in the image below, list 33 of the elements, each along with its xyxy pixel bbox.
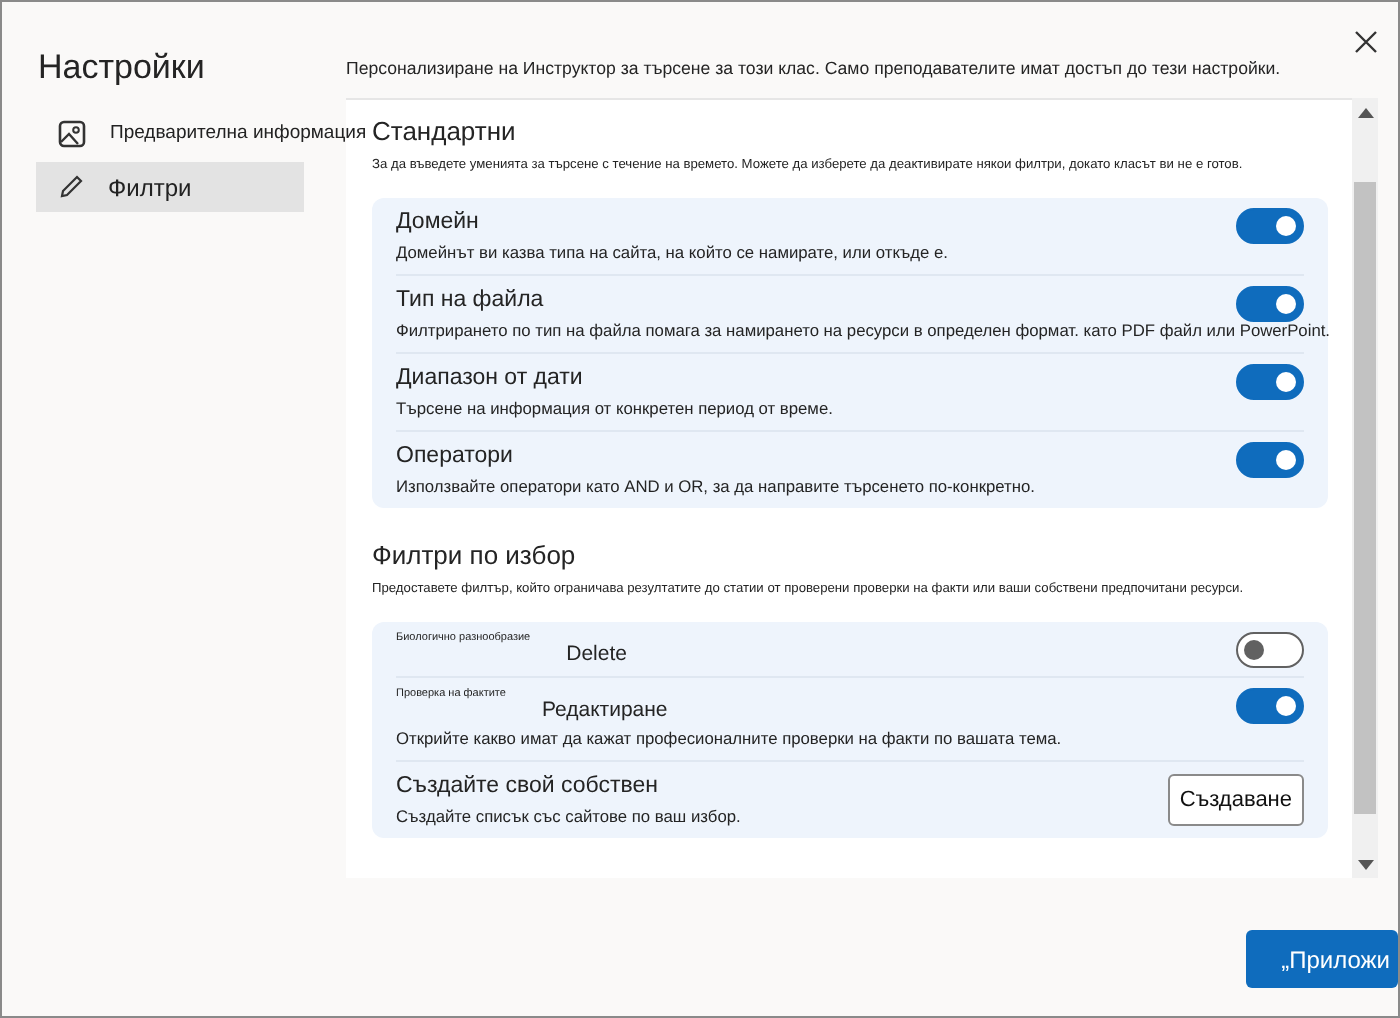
toggle-switch[interactable] xyxy=(1236,632,1304,668)
nav-item[interactable]: Филтри xyxy=(36,162,304,212)
filter-description: Домейнът ви казва типа на сайта, на който се намирате, или откъде е. xyxy=(396,242,948,264)
section-title: Филтри по избор xyxy=(372,540,578,570)
close-icon[interactable] xyxy=(1354,30,1378,54)
filter-title: Диапазон от дати xyxy=(396,364,583,392)
filter-description: Филтрирането по тип на файла помага за намирането на ресурси в определен формат. като PDF файл или PowerPoint. xyxy=(396,320,1331,342)
filter-title: Тип на файла xyxy=(396,286,544,314)
filter-action: Редактиране xyxy=(541,698,668,722)
toggle-switch[interactable] xyxy=(1236,442,1304,478)
section-title: Стандартни xyxy=(372,116,518,146)
filter-title: Оператори xyxy=(396,442,513,470)
filter-title: Създайте свой собствен xyxy=(396,772,658,800)
toggle-switch[interactable] xyxy=(1236,208,1304,244)
nav-item[interactable]: Предварителна информация xyxy=(36,108,367,158)
filter-description: Открийте какво имат да кажат професионалните проверки на факти по вашата тема. xyxy=(396,728,1062,750)
toggle-switch[interactable] xyxy=(1236,286,1304,322)
pencil-icon xyxy=(58,174,84,200)
header-text: Персонализиране на Инструктор за търсене за този клас. Само преподавателите имат достъп до тези настройки. xyxy=(346,58,1281,78)
sidebar-title: Настройки xyxy=(38,48,207,88)
toggle-switch[interactable] xyxy=(1236,364,1304,400)
apply-button[interactable]: „Приложи xyxy=(1245,930,1398,988)
filter-description: Търсене на информация от конкретен период от време. xyxy=(396,398,833,420)
create-button[interactable]: Създаване xyxy=(1167,774,1304,826)
image-icon xyxy=(58,119,86,147)
filter-description: Използвайте оператори като AND и OR, за да направите търсенето по-конкретно. xyxy=(396,476,1035,498)
filter-title: Домейн xyxy=(396,208,479,236)
scroll-down-icon[interactable] xyxy=(1357,859,1373,869)
scrollbar[interactable] xyxy=(1352,98,1378,878)
toggle-switch[interactable] xyxy=(1236,688,1304,724)
scroll-up-icon[interactable] xyxy=(1357,107,1373,117)
filter-action: Delete xyxy=(566,642,627,666)
filter-description: Създайте списък със сайтове по ваш избор. xyxy=(396,806,741,828)
